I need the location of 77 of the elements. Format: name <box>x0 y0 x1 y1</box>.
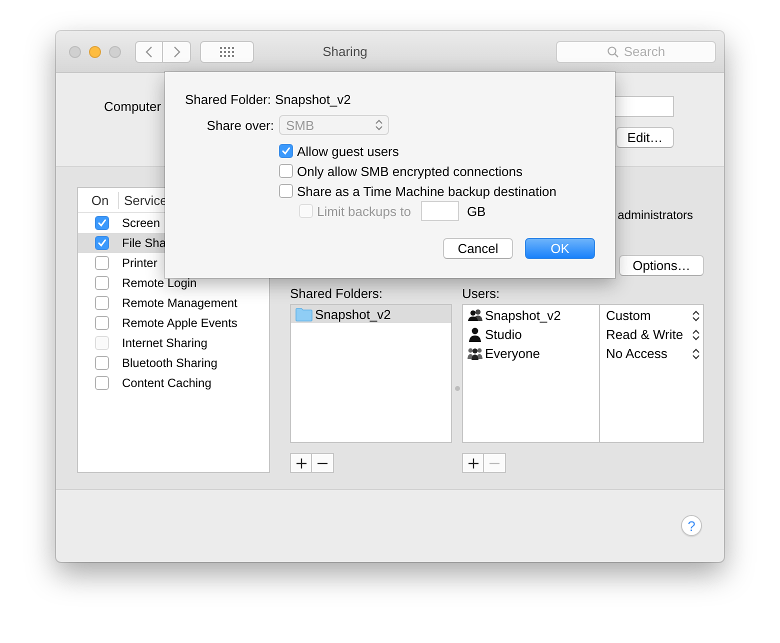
option-label: Limit backups to <box>317 204 411 218</box>
minimize-icon[interactable] <box>89 46 101 58</box>
up-down-arrows-icon <box>692 310 700 322</box>
permission-popup[interactable]: Read & Write <box>606 325 700 344</box>
zoom-icon[interactable] <box>109 46 121 58</box>
folder-name: Snapshot_v2 <box>315 306 391 322</box>
option-label: Allow guest users <box>297 144 399 158</box>
folder-row[interactable]: Snapshot_v2 <box>291 305 451 323</box>
service-row[interactable]: Bluetooth Sharing <box>78 353 269 373</box>
service-name: Printer <box>122 256 158 270</box>
service-row[interactable]: Remote Login <box>78 273 269 293</box>
folder-icon <box>295 306 313 322</box>
access-note: administrators <box>618 208 693 224</box>
input-field[interactable] <box>420 201 459 221</box>
checkbox[interactable] <box>95 216 109 230</box>
up-down-arrows-icon <box>375 119 383 131</box>
shared-folders-label: Shared Folders: <box>290 284 384 302</box>
checkbox[interactable] <box>279 144 293 158</box>
option-label: Only allow SMB encrypted connections <box>297 164 522 178</box>
checkbox[interactable] <box>279 164 293 178</box>
service-name: Remote Management <box>122 296 238 310</box>
service-name: Remote Apple Events <box>122 316 238 330</box>
shared-folder-label: Shared Folder: <box>185 92 271 106</box>
close-icon[interactable] <box>69 46 81 58</box>
up-down-arrows-icon <box>692 348 700 360</box>
search-icon <box>606 46 619 58</box>
forward-button[interactable] <box>163 40 191 62</box>
chevron-right-icon <box>172 46 180 58</box>
user-name: Everyone <box>485 346 540 361</box>
add-button[interactable] <box>290 453 312 473</box>
plus-icon <box>468 458 478 468</box>
checkbox[interactable] <box>95 316 109 330</box>
checkbox[interactable] <box>95 296 109 310</box>
remove-button[interactable] <box>312 453 334 473</box>
checkbox[interactable] <box>95 256 109 270</box>
back-button[interactable] <box>135 40 163 62</box>
service-name: Bluetooth Sharing <box>122 356 218 370</box>
grid-icon <box>220 46 234 56</box>
service-name: File Sha <box>122 236 166 250</box>
permission-popup[interactable]: No Access <box>606 344 700 363</box>
user-name: Studio <box>485 327 522 342</box>
splitter-handle[interactable] <box>454 386 460 391</box>
computer-name-label: Computer <box>104 99 162 114</box>
show-all-button[interactable] <box>200 40 254 62</box>
service-row[interactable]: Content Caching <box>78 373 269 393</box>
people-icon <box>467 346 483 361</box>
service-name: Screen <box>122 216 160 230</box>
permission-popup[interactable]: Custom <box>606 306 700 325</box>
service-name: Remote Login <box>122 276 197 290</box>
person-icon <box>467 327 483 342</box>
share-over-label: Share over: <box>206 118 274 132</box>
service-row[interactable]: Remote Apple Events <box>78 313 269 333</box>
option-label: Share as a Time Machine backup destination <box>297 184 556 198</box>
add-button[interactable] <box>462 453 484 473</box>
unit-label: GB <box>466 204 486 218</box>
user-name: Snapshot_v2 <box>485 308 561 323</box>
chevron-left-icon <box>145 46 153 58</box>
cancel-button[interactable]: Cancel <box>443 238 513 259</box>
checkbox[interactable] <box>95 276 109 290</box>
plus-icon <box>296 458 306 468</box>
users-label: Users: <box>462 284 501 302</box>
up-down-arrows-icon <box>692 328 700 340</box>
folder-name: Snapshot_v2 <box>275 92 351 106</box>
checkbox[interactable] <box>95 236 109 250</box>
people-icon <box>467 308 483 323</box>
checkbox[interactable] <box>279 184 293 198</box>
column-header[interactable]: On <box>78 192 118 208</box>
window-title: Sharing <box>322 44 368 59</box>
edit-button[interactable]: Edit… <box>616 127 674 148</box>
service-row[interactable]: Remote Management <box>78 293 269 313</box>
checkbox[interactable] <box>95 356 109 370</box>
checkbox[interactable] <box>95 376 109 390</box>
service-name: Content Caching <box>122 376 212 390</box>
service-row[interactable]: Screen <box>78 213 269 233</box>
service-row[interactable]: Printer <box>78 253 269 273</box>
options-button[interactable]: Options… <box>619 255 704 276</box>
service-name: Internet Sharing <box>122 336 208 350</box>
